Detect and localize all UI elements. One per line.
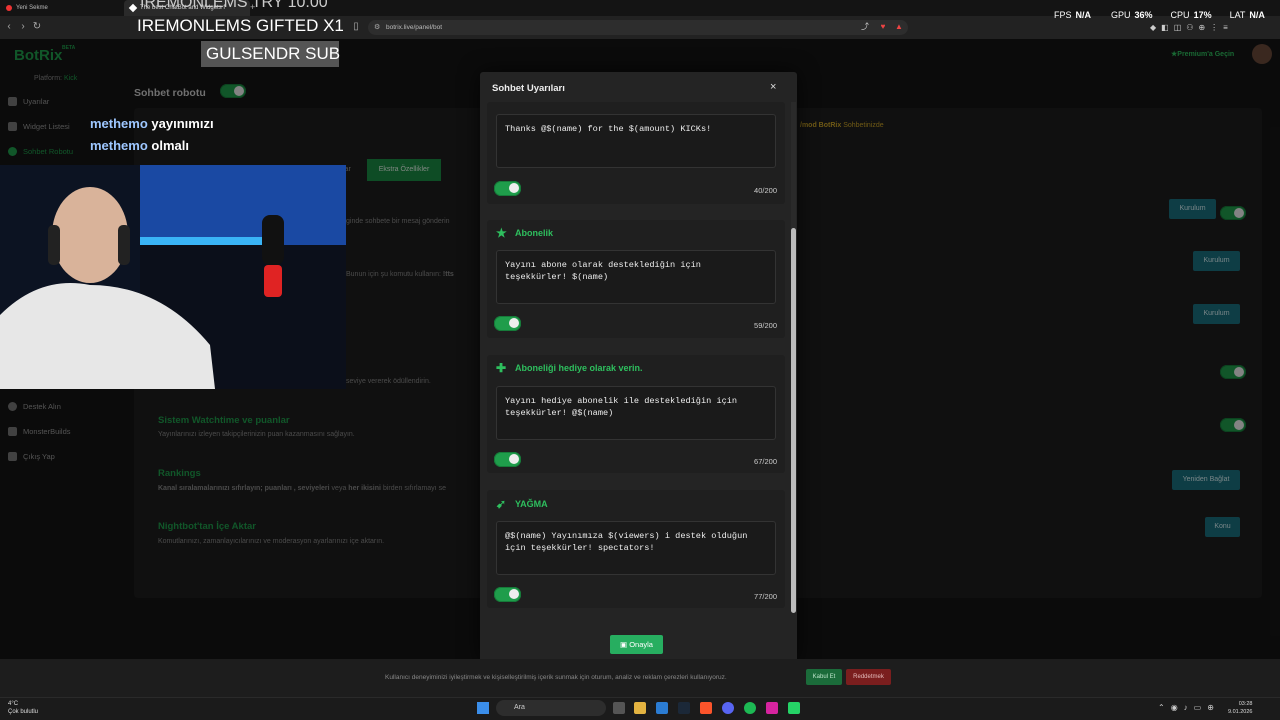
chat-line: methemo olmalı [90, 138, 189, 153]
raid-icon: ➹ [496, 497, 507, 511]
instagram-icon[interactable] [766, 702, 778, 714]
modal-title: Sohbet Uyarıları [492, 83, 565, 94]
card-title: ✚ Aboneliği hediye olarak verin. [496, 361, 643, 375]
card-title: ★ Abonelik [496, 226, 554, 240]
char-count: 59/200 [754, 321, 777, 330]
cookie-accept-button[interactable]: Kabul Et [806, 669, 842, 685]
alert-toggle[interactable] [494, 316, 521, 331]
tab-label: Yeni Sekme [16, 5, 48, 11]
url-field[interactable]: botrix.live/panel/bot [368, 20, 908, 35]
explorer-icon[interactable] [634, 702, 646, 714]
alert-message-input[interactable]: Yayını abone olarak desteklediğin için t… [496, 250, 776, 304]
alert-message-input[interactable]: Thanks @$(name) for the $(amount) KICKs! [496, 114, 776, 168]
approve-button[interactable]: ▣ Onayla [610, 635, 663, 654]
discord-icon[interactable] [722, 702, 734, 714]
sub-badge: GULSENDR SUB [201, 41, 340, 67]
card-title: ➹ YAĞMA [496, 497, 548, 511]
share-icon[interactable]: ⤴ [860, 22, 870, 32]
star-icon: ★ [496, 226, 507, 240]
cookie-reject-button[interactable]: Reddetmek [846, 669, 891, 685]
system-tray-icons[interactable]: ⌃◉♪▭⊕ [1158, 703, 1220, 712]
save-icon: ▣ [620, 640, 628, 649]
chat-line: methemo yayınımızı [90, 116, 214, 131]
brave-shield-icon[interactable]: ♥ [878, 22, 888, 32]
taskbar-search[interactable]: Ara [496, 700, 606, 716]
webcam-feed [0, 165, 346, 389]
spotify-icon[interactable] [744, 702, 756, 714]
back-icon[interactable]: ‹ [2, 20, 16, 34]
gift-icon: ✚ [496, 361, 507, 375]
scrollbar-thumb[interactable] [791, 228, 796, 613]
ticker-top: IREMONLEMS TRY 10.00 [140, 0, 328, 11]
char-count: 67/200 [754, 457, 777, 466]
forward-icon[interactable]: › [16, 20, 30, 34]
extensions-icon[interactable]: ◆◧◫⚇⊕⋮≡ [1150, 23, 1233, 32]
alert-message-input[interactable]: @$(name) Yayınımıza $(viewers) i destek … [496, 521, 776, 575]
ticker-main: IREMONLEMS GIFTED X1 [137, 16, 344, 35]
tab-favicon-icon [6, 5, 12, 11]
cookie-text: Kullanıcı deneyiminizi iyileştirmek ve k… [385, 674, 727, 681]
task-view-icon[interactable] [613, 702, 625, 714]
alert-toggle[interactable] [494, 181, 521, 196]
alert-toggle[interactable] [494, 452, 521, 467]
start-icon[interactable] [477, 702, 489, 714]
whatsapp-icon[interactable] [788, 702, 800, 714]
site-info-icon[interactable]: ⚙ [374, 23, 380, 31]
perf-stats: FPS N/A GPU 36% CPU 17% LAT N/A [1054, 10, 1265, 20]
steam-icon[interactable] [678, 702, 690, 714]
tab-favicon-icon [128, 3, 138, 13]
mail-icon[interactable] [656, 702, 668, 714]
brave-icon[interactable] [700, 702, 712, 714]
clock[interactable]: 03:28 9.01.2026 [1228, 700, 1252, 716]
tab-new[interactable]: Yeni Sekme [0, 0, 120, 16]
webcam-image [0, 165, 346, 389]
alert-toggle[interactable] [494, 587, 521, 602]
reload-icon[interactable]: ↻ [30, 20, 44, 34]
weather-widget[interactable]: 4°C Çok bulutlu [8, 700, 38, 716]
char-count: 77/200 [754, 592, 777, 601]
alert-message-input[interactable]: Yayını hediye abonelik ile desteklediğin… [496, 386, 776, 440]
rewards-icon[interactable]: ▲ [894, 22, 904, 32]
close-icon[interactable]: × [770, 81, 776, 93]
bookmark-icon[interactable]: ▯ [349, 20, 363, 34]
char-count: 40/200 [754, 186, 777, 195]
